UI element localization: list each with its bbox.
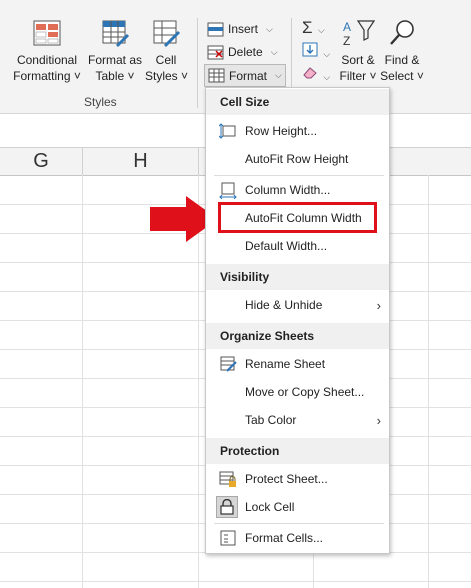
autofit-row-height-label: AutoFit Row Height xyxy=(245,152,349,166)
format-as-table-button[interactable]: Format as Table ˅ xyxy=(86,18,144,84)
protection-heading: Protection xyxy=(206,438,389,464)
move-copy-sheet-label: Move or Copy Sheet... xyxy=(245,385,365,399)
sort-filter-label-2: Filter ˅ xyxy=(339,69,377,83)
format-cells-icon xyxy=(220,530,236,546)
clear-icon xyxy=(303,67,317,79)
chevron-right-icon: › xyxy=(376,297,381,313)
cell-styles-label-2: Styles ˅ xyxy=(145,69,189,83)
cell-styles-label-1: Cell xyxy=(155,53,177,67)
format-cells-item[interactable]: Format Cells... xyxy=(206,525,389,551)
conditional-formatting-label-1: Conditional xyxy=(16,53,78,67)
sort-filter-icon: A Z xyxy=(343,20,375,48)
chevron-right-icon: › xyxy=(376,412,381,428)
group-separator xyxy=(197,18,198,108)
delete-button[interactable]: Delete ⌵ xyxy=(207,42,278,62)
hide-unhide-label: Hide & Unhide xyxy=(245,298,323,312)
insert-icon xyxy=(207,22,224,36)
column-header-g[interactable]: G xyxy=(0,148,83,175)
visibility-heading: Visibility xyxy=(206,264,389,290)
format-cells-label: Format Cells... xyxy=(245,531,324,545)
format-as-table-label-1: Format as xyxy=(87,53,142,67)
rename-sheet-label: Rename Sheet xyxy=(245,357,326,371)
svg-text:Z: Z xyxy=(343,34,350,48)
insert-label: Insert xyxy=(228,22,259,36)
fill-icon xyxy=(302,42,318,57)
highlight-box xyxy=(218,202,377,233)
column-header-h[interactable]: H xyxy=(83,148,199,175)
find-select-label-1: Find & xyxy=(384,53,420,67)
find-select-label-2: Select ˅ xyxy=(380,69,424,83)
conditional-formatting-icon xyxy=(33,20,61,46)
lock-cell-icon-frame xyxy=(216,496,238,518)
column-width-label: Column Width... xyxy=(245,183,331,197)
chevron-down-icon: ⌵ xyxy=(317,25,325,35)
tab-color-label: Tab Color xyxy=(245,413,297,427)
sort-filter-label-1: Sort & xyxy=(341,53,375,67)
menu-separator xyxy=(214,523,384,524)
row-height-item[interactable]: Row Height... xyxy=(206,118,389,144)
chevron-down-icon: ⌵ xyxy=(275,70,282,80)
insert-button[interactable]: Insert ⌵ xyxy=(207,19,273,39)
clear-button[interactable]: ⌵ xyxy=(302,65,330,83)
lock-icon xyxy=(220,499,234,515)
protect-sheet-label: Protect Sheet... xyxy=(245,472,328,486)
rename-sheet-item[interactable]: Rename Sheet xyxy=(206,351,389,377)
default-width-label: Default Width... xyxy=(245,239,328,253)
chevron-down-icon: ⌵ xyxy=(323,72,331,82)
cell-styles-icon xyxy=(153,20,181,48)
gridline xyxy=(0,581,471,582)
sort-filter-button[interactable]: A Z Sort & Filter ˅ xyxy=(336,18,380,84)
organize-sheets-heading: Organize Sheets xyxy=(206,323,389,349)
gridline xyxy=(82,175,83,588)
styles-group-label: Styles xyxy=(84,95,117,109)
delete-label: Delete xyxy=(228,45,263,59)
chevron-down-icon: ⌵ xyxy=(270,46,278,57)
hide-unhide-item[interactable]: Hide & Unhide › xyxy=(206,292,389,318)
format-label: Format xyxy=(229,68,268,83)
conditional-formatting-label-2: Formatting ˅ xyxy=(13,69,81,83)
find-select-button[interactable]: Find & Select ˅ xyxy=(380,18,424,84)
format-as-table-icon xyxy=(102,20,130,48)
tab-color-item[interactable]: Tab Color › xyxy=(206,407,389,433)
cell-size-heading: Cell Size xyxy=(206,89,389,115)
format-button[interactable]: Format ⌵ xyxy=(204,64,286,87)
column-width-icon xyxy=(219,182,237,199)
column-width-item[interactable]: Column Width... xyxy=(206,177,389,203)
lock-cell-label: Lock Cell xyxy=(245,500,295,514)
autofit-row-height-item[interactable]: AutoFit Row Height xyxy=(206,146,389,172)
autosum-icon: Σ xyxy=(302,18,313,37)
format-as-table-label-2: Table ˅ xyxy=(95,69,135,83)
format-dropdown-menu: Cell Size Row Height... AutoFit Row Heig… xyxy=(205,87,390,554)
format-icon xyxy=(208,68,225,83)
menu-separator xyxy=(214,175,384,176)
conditional-formatting-button[interactable]: Conditional Formatting ˅ xyxy=(12,18,82,84)
fill-button[interactable]: ⌵ xyxy=(302,42,330,60)
rename-sheet-icon xyxy=(220,356,237,372)
autosum-button[interactable]: Σ ⌵ xyxy=(302,18,325,38)
chevron-down-icon: ⌵ xyxy=(323,49,331,59)
svg-text:A: A xyxy=(343,20,351,34)
delete-icon xyxy=(207,45,224,59)
row-height-icon xyxy=(219,123,236,139)
protect-sheet-item[interactable]: Protect Sheet... xyxy=(206,466,389,492)
row-height-label: Row Height... xyxy=(245,124,318,138)
find-icon xyxy=(390,20,414,45)
move-copy-sheet-item[interactable]: Move or Copy Sheet... xyxy=(206,379,389,405)
default-width-item[interactable]: Default Width... xyxy=(206,233,389,259)
lock-cell-item[interactable]: Lock Cell xyxy=(206,494,389,520)
chevron-down-icon: ⌵ xyxy=(266,23,273,34)
protect-sheet-icon xyxy=(219,471,236,487)
gridline xyxy=(428,175,429,588)
cell-styles-button[interactable]: Cell Styles ˅ xyxy=(145,18,189,84)
